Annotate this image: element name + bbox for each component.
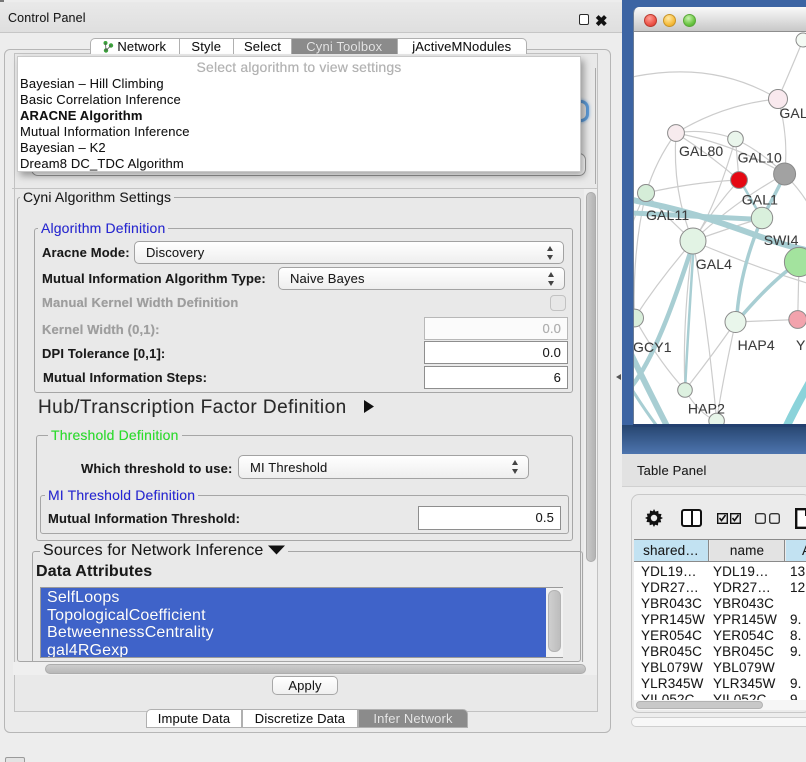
- svg-text:GAL1: GAL1: [742, 192, 778, 208]
- svg-text:Y: Y: [796, 337, 806, 353]
- svg-text:GAL: GAL: [779, 105, 806, 121]
- svg-text:GAL11: GAL11: [646, 207, 689, 223]
- svg-text:HAP2: HAP2: [688, 401, 725, 417]
- svg-text:SWI4: SWI4: [764, 232, 799, 248]
- svg-text:GCY1: GCY1: [634, 339, 672, 355]
- svg-text:HAP4: HAP4: [738, 337, 775, 353]
- svg-text:GAL80: GAL80: [679, 143, 723, 159]
- svg-text:GAL4: GAL4: [696, 256, 732, 272]
- svg-text:GAL10: GAL10: [738, 150, 782, 166]
